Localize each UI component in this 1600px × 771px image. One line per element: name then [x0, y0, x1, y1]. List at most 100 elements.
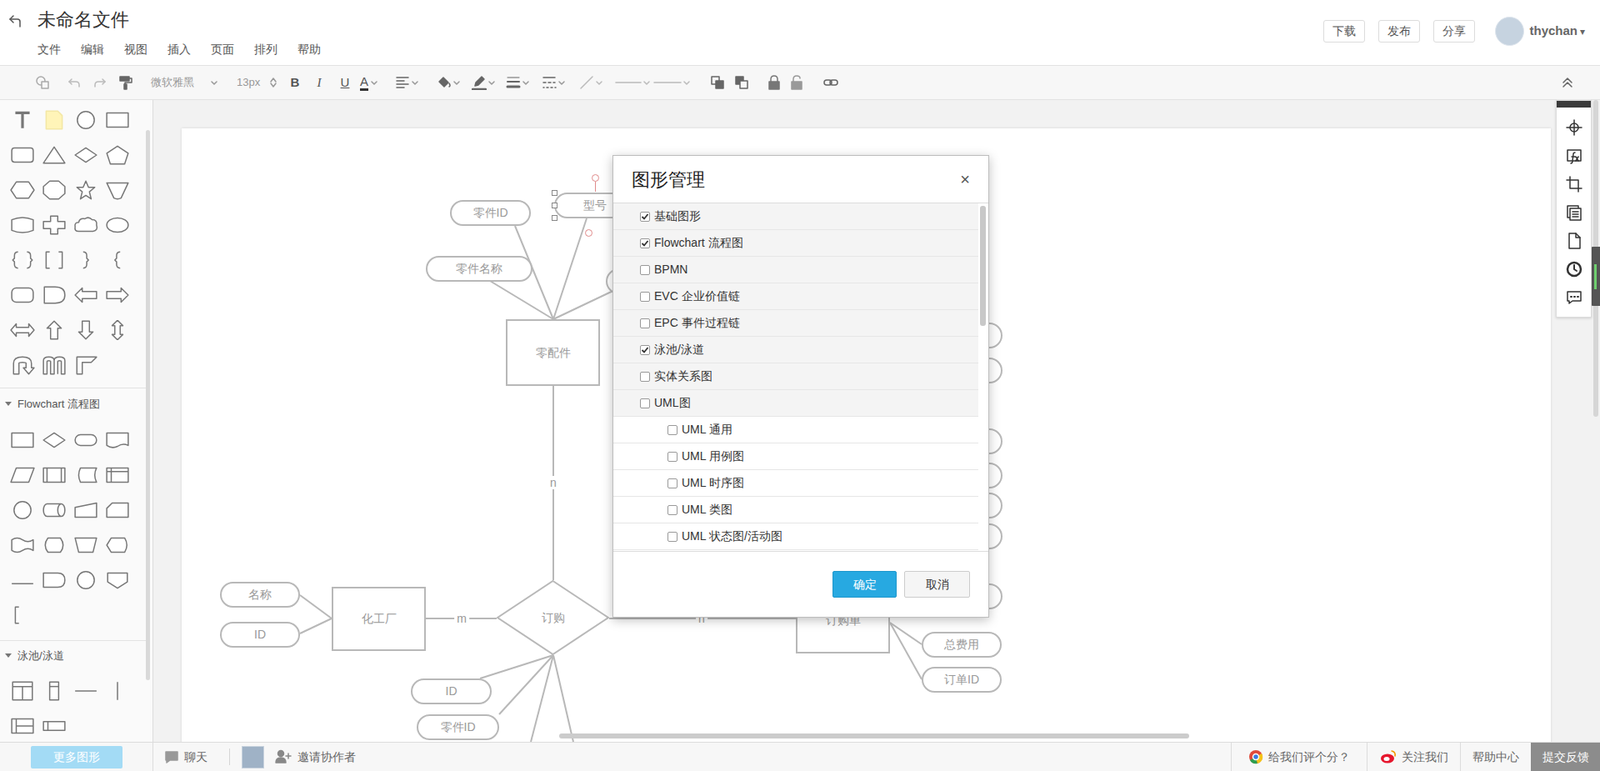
shape-item[interactable] — [6, 673, 39, 709]
horizontal-scrollbar[interactable] — [559, 733, 1190, 739]
shape-item[interactable] — [70, 172, 102, 208]
shape-item[interactable] — [6, 102, 39, 138]
underline-button[interactable]: U — [335, 73, 355, 93]
attribute-node[interactable]: 零件名称 — [425, 255, 533, 282]
attribute-node[interactable]: ID — [220, 621, 300, 648]
shape-item[interactable] — [6, 207, 39, 243]
pages-icon[interactable] — [1556, 198, 1591, 227]
shape-item[interactable] — [38, 137, 70, 173]
cancel-button[interactable]: 取消 — [904, 570, 970, 598]
shape-item[interactable] — [70, 347, 102, 383]
shape-item[interactable] — [6, 242, 39, 278]
shape-item[interactable] — [101, 562, 134, 598]
font-size-input[interactable]: 13px — [233, 72, 277, 93]
shape-item[interactable] — [6, 172, 39, 208]
align-button[interactable] — [395, 75, 420, 90]
rotate-handle[interactable] — [591, 174, 600, 182]
menu-item[interactable]: 插入 — [167, 40, 191, 58]
checkbox[interactable] — [640, 265, 650, 275]
shape-item[interactable] — [101, 422, 134, 458]
shape-item[interactable] — [6, 708, 39, 742]
shape-item[interactable] — [101, 457, 134, 493]
shape-item[interactable] — [101, 673, 134, 709]
shape-item[interactable] — [6, 137, 39, 173]
link-icon[interactable] — [821, 75, 840, 90]
fill-color-button[interactable] — [436, 75, 462, 90]
sidebar-scrollbar[interactable] — [145, 130, 150, 680]
collapse-icon[interactable] — [1558, 75, 1577, 90]
shape-item[interactable] — [6, 312, 39, 348]
checkbox[interactable] — [640, 371, 650, 382]
download-button[interactable]: 下载 — [1323, 20, 1365, 43]
sidebar-section-header[interactable]: 泳池/泳道 — [0, 640, 146, 670]
resize-handle[interactable] — [551, 202, 558, 209]
shape-item[interactable] — [38, 457, 70, 493]
page-icon[interactable] — [1556, 226, 1591, 255]
checkbox[interactable] — [667, 451, 678, 462]
attribute-node[interactable]: 名称 — [220, 581, 300, 608]
dash-style-button[interactable] — [541, 75, 567, 90]
shape-item[interactable] — [6, 492, 39, 528]
send-back-icon[interactable] — [732, 75, 751, 90]
invite-button[interactable]: 邀请协作者 — [275, 748, 356, 766]
shape-item[interactable] — [70, 457, 102, 493]
checkbox[interactable] — [667, 425, 678, 435]
relationship-node[interactable]: 订购 — [496, 580, 610, 655]
shape-item[interactable] — [101, 242, 134, 278]
shape-library-item[interactable]: Flowchart 流程图 — [613, 230, 979, 257]
user-menu-caret[interactable]: ▾ — [1580, 24, 1585, 40]
shape-item[interactable] — [38, 172, 70, 208]
feedback-button[interactable]: 提交反馈 — [1530, 742, 1600, 771]
shape-item[interactable] — [6, 277, 39, 313]
anchor-handle[interactable] — [585, 229, 593, 237]
follow-us-link[interactable]: 关注我们 — [1366, 742, 1460, 771]
shape-item[interactable] — [38, 708, 70, 742]
spinner-icon[interactable] — [270, 77, 277, 88]
shape-item[interactable] — [38, 207, 70, 243]
expand-arrow-icon[interactable] — [5, 401, 12, 407]
more-shapes-button[interactable]: 更多图形 — [30, 745, 123, 769]
navigator-icon[interactable] — [1556, 113, 1591, 142]
bring-front-icon[interactable] — [708, 75, 727, 90]
menu-item[interactable]: 文件 — [37, 40, 61, 58]
chat-button[interactable]: 聊天 — [164, 748, 208, 766]
shape-item[interactable] — [70, 312, 102, 348]
unlock-icon[interactable] — [787, 75, 806, 90]
shape-item[interactable] — [38, 312, 70, 348]
shape-item[interactable] — [38, 277, 70, 313]
shape-library-item[interactable]: EPC 事件过程链 — [613, 310, 979, 337]
checkbox[interactable] — [640, 211, 650, 222]
shape-item[interactable] — [38, 492, 70, 528]
checkbox[interactable] — [640, 398, 650, 409]
font-select[interactable]: 微软雅黑 — [145, 72, 221, 93]
share-button[interactable]: 分享 — [1433, 20, 1475, 43]
shape-item[interactable] — [70, 102, 102, 138]
shape-item[interactable] — [38, 242, 70, 278]
italic-button[interactable]: I — [310, 73, 329, 93]
back-icon[interactable] — [0, 0, 38, 29]
redo-icon[interactable] — [90, 73, 110, 92]
resize-handle[interactable] — [551, 190, 558, 196]
checkbox[interactable] — [667, 505, 678, 515]
line-width-button[interactable] — [505, 75, 531, 90]
shape-item[interactable] — [6, 562, 39, 598]
shape-item[interactable] — [38, 527, 70, 563]
shape-item[interactable] — [101, 102, 134, 138]
shape-library-item[interactable]: 泳池/泳道 — [613, 336, 979, 364]
shape-item[interactable] — [70, 277, 102, 313]
shape-library-item[interactable]: 基础图形 — [613, 203, 979, 230]
sidebar-section-header[interactable]: Flowchart 流程图 — [0, 387, 146, 420]
rate-us-link[interactable]: 给我们评个分？ — [1230, 742, 1367, 771]
collaborator-avatar[interactable] — [241, 745, 265, 769]
menu-item[interactable]: 编辑 — [80, 40, 105, 58]
font-color-button[interactable]: A — [360, 75, 385, 91]
menu-item[interactable]: 帮助 — [297, 40, 321, 58]
shape-item[interactable] — [6, 527, 39, 563]
shape-item[interactable] — [38, 422, 70, 458]
lock-icon[interactable] — [765, 75, 784, 90]
shape-item[interactable] — [70, 492, 102, 528]
shape-item[interactable] — [6, 347, 39, 383]
page-size-icon[interactable] — [1556, 170, 1591, 199]
help-center-link[interactable]: 帮助中心 — [1460, 742, 1531, 771]
undo-icon[interactable] — [65, 73, 84, 92]
